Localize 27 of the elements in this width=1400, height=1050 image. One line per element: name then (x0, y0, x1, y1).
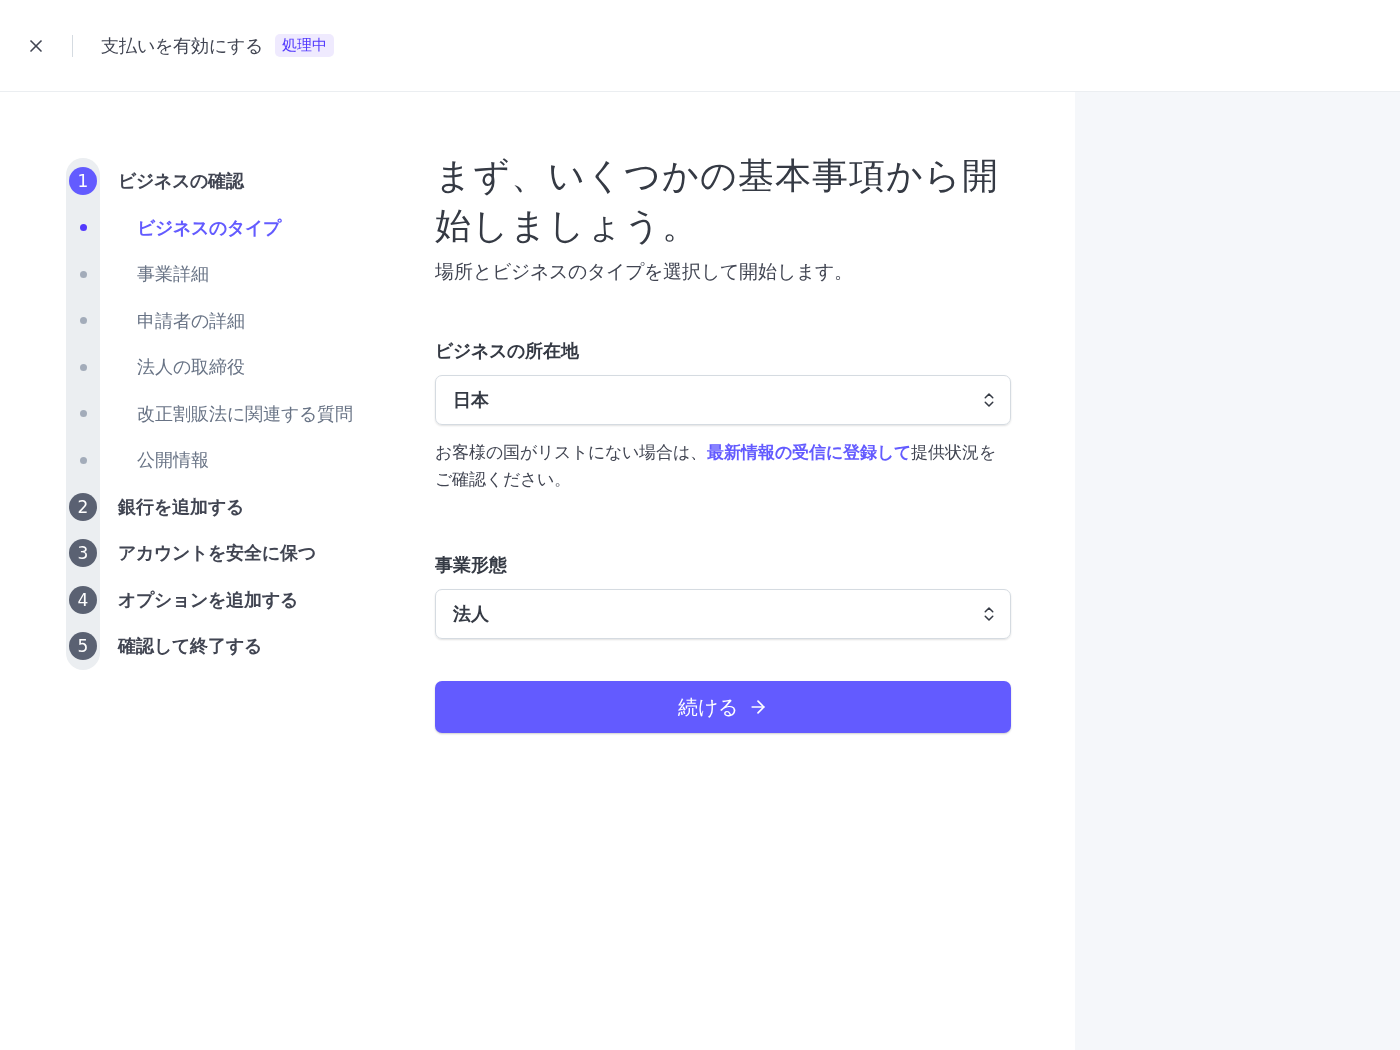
help-text: お客様の国がリストにない場合は、最新情報の受信に登録して提供状況をご確認ください。 (435, 441, 997, 491)
step-label: 銀行を追加する (118, 494, 244, 519)
substep-link[interactable]: 改正割販法に関連する質問 (137, 401, 353, 426)
continue-button[interactable]: 続ける (435, 681, 1011, 733)
field-label: ビジネスの所在地 (435, 339, 580, 363)
substep-link[interactable]: 事業詳細 (137, 262, 209, 287)
form-subtitle: 場所とビジネスのタイプを選択して開始します。 (435, 259, 854, 284)
step-number: 2 (69, 492, 97, 521)
substep-link[interactable]: 公開情報 (137, 448, 209, 473)
page-title: 支払いを有効にする (101, 33, 263, 58)
step-number: 3 (69, 539, 97, 568)
location-select[interactable]: 日本 (435, 375, 1011, 425)
step-number: 1 (69, 167, 97, 196)
status-badge: 処理中 (275, 34, 334, 57)
substep-link[interactable]: 申請者の詳細 (137, 308, 245, 333)
step-number: 4 (69, 585, 97, 614)
signup-link[interactable]: 最新情報の受信に登録して (707, 442, 911, 462)
substep-link[interactable]: 法人の取締役 (137, 355, 245, 380)
business-type-select[interactable]: 法人 (435, 589, 1011, 639)
substep-link[interactable]: ビジネスのタイプ (137, 215, 281, 240)
field-label: 事業形態 (435, 553, 508, 577)
form-heading: まず、いくつかの基本事項から開始しましょう。 (435, 154, 1000, 248)
step-label: オプションを追加する (118, 587, 298, 612)
step-label: ビジネスの確認 (118, 169, 244, 194)
step-label: 確認して終了する (118, 634, 262, 659)
step-label: アカウントを安全に保つ (118, 541, 316, 566)
step-number: 5 (69, 632, 97, 661)
